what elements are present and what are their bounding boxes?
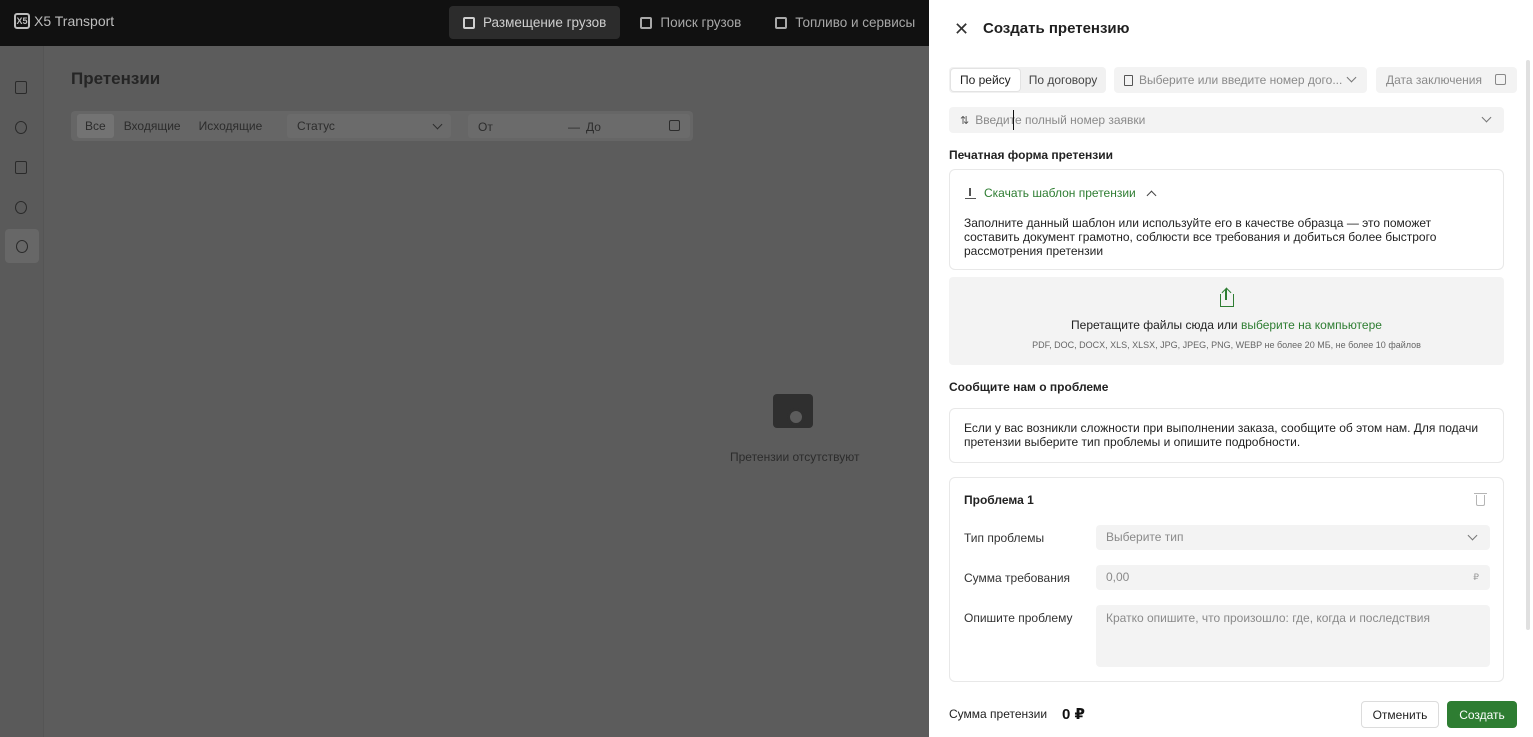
- status-select[interactable]: Статус: [287, 114, 451, 138]
- sidebar: [0, 46, 44, 737]
- download-icon: [965, 187, 976, 199]
- report-info-card: Если у вас возникли сложности при выполн…: [949, 408, 1504, 463]
- calendar-icon: [669, 120, 680, 131]
- date-separator: —: [568, 120, 580, 134]
- trash-icon[interactable]: [1474, 493, 1487, 506]
- calculator-icon: [15, 160, 27, 174]
- dropzone-label: Перетащите файлы сюда или: [1071, 318, 1238, 332]
- tab-by-contract[interactable]: По договору: [1020, 69, 1107, 91]
- upload-icon: [1220, 289, 1234, 307]
- problem-title: Проблема 1: [964, 493, 1034, 507]
- claim-amount-input[interactable]: 0,00 ₽: [1096, 565, 1490, 590]
- date-range-picker[interactable]: От — До: [468, 114, 690, 138]
- contract-select[interactable]: Выберите или введите номер дого...: [1114, 67, 1367, 93]
- empty-state-text: Претензии отсутствуют: [730, 450, 860, 464]
- problem-type-placeholder: Выберите тип: [1106, 530, 1184, 544]
- tab-incoming[interactable]: Входящие: [116, 114, 189, 138]
- topnav-item-cargo-placement[interactable]: Размещение грузов: [449, 6, 621, 39]
- brand-name: X5 Transport: [34, 13, 115, 29]
- sidebar-item-calculator[interactable]: [10, 156, 32, 178]
- tab-outgoing[interactable]: Исходящие: [191, 114, 271, 138]
- claim-amount-label: Сумма требования: [964, 571, 1071, 585]
- modal-overlay[interactable]: [0, 46, 929, 737]
- sidebar-item-documents[interactable]: [10, 76, 32, 98]
- date-from: От: [478, 120, 493, 134]
- date-to: До: [586, 120, 601, 134]
- sidebar-item-claims[interactable]: [5, 229, 39, 263]
- report-problem-heading: Сообщите нам о проблеме: [949, 380, 1109, 394]
- create-claim-drawer: ✕ Создать претензию По рейсу По договору…: [929, 0, 1533, 737]
- request-number-select[interactable]: ⇅ Введите полный номер заявки: [949, 107, 1504, 133]
- contract-placeholder: Выберите или введите номер дого...: [1139, 73, 1343, 87]
- drawer-scrollbar[interactable]: [1526, 60, 1530, 630]
- filters-bar: Все Входящие Исходящие Статус От — До: [71, 111, 693, 141]
- chevron-down-icon: [1481, 112, 1492, 123]
- drawer-header: ✕ Создать претензию: [929, 0, 1533, 58]
- topnav-label: Топливо и сервисы: [795, 15, 916, 30]
- problem-type-label: Тип проблемы: [964, 531, 1045, 545]
- brand-logo[interactable]: X5 X5 Transport: [14, 13, 114, 29]
- users-icon: [15, 200, 27, 214]
- cancel-button[interactable]: Отменить: [1361, 701, 1439, 728]
- box-icon: [463, 16, 475, 29]
- empty-folder-search-icon: [773, 394, 813, 428]
- document-icon: [1124, 74, 1133, 86]
- claim-mode-toggle: По рейсу По договору: [949, 67, 1106, 93]
- chevron-down-icon: [1467, 530, 1478, 541]
- print-form-heading: Печатная форма претензии: [949, 148, 1113, 162]
- shield-icon: [16, 239, 28, 253]
- contract-date-placeholder: Дата заключения: [1386, 73, 1482, 87]
- problem-description-textarea[interactable]: Кратко опишите, что произошло: где, когд…: [1096, 605, 1490, 667]
- chevron-down-icon: [432, 119, 443, 130]
- drawer-title: Создать претензию: [983, 20, 1130, 37]
- report-info-text: Если у вас возникли сложности при выполн…: [964, 421, 1479, 449]
- request-number-placeholder: Введите полный номер заявки: [975, 113, 1146, 127]
- topnav-label: Размещение грузов: [483, 15, 607, 30]
- topnav-label: Поиск грузов: [660, 15, 742, 30]
- ruble-icon: [15, 120, 27, 134]
- problem-type-select[interactable]: Выберите тип: [1096, 525, 1490, 550]
- problem-card: Проблема 1 Тип проблемы Выберите тип Сум…: [949, 477, 1504, 682]
- problem-description-placeholder: Кратко опишите, что произошло: где, когд…: [1106, 611, 1430, 625]
- route-icon: ⇅: [960, 114, 970, 127]
- close-icon[interactable]: ✕: [954, 19, 970, 39]
- template-hint: Заполните данный шаблон или используйте …: [964, 216, 1437, 258]
- sidebar-item-finance[interactable]: [10, 116, 32, 138]
- dropzone-text: Перетащите файлы сюда или выберите на ко…: [949, 318, 1504, 332]
- allowed-formats: PDF, DOC, DOCX, XLS, XLSX, JPG, JPEG, PN…: [1032, 340, 1421, 350]
- truck-icon: [640, 16, 653, 29]
- claim-sum-label: Сумма претензии: [949, 707, 1048, 721]
- chevron-down-icon: [1346, 72, 1357, 83]
- create-button[interactable]: Создать: [1447, 701, 1517, 728]
- currency-symbol: ₽: [1473, 572, 1479, 582]
- claim-tabs: Все Входящие Исходящие: [77, 114, 270, 138]
- rocket-icon: [775, 16, 788, 29]
- claim-sum-value: 0 ₽: [1062, 706, 1085, 723]
- download-template-label: Скачать шаблон претензии: [984, 186, 1136, 200]
- claim-amount-value: 0,00: [1106, 570, 1130, 584]
- problem-description-label: Опишите проблему: [964, 611, 1073, 625]
- contract-date-field[interactable]: Дата заключения: [1376, 67, 1517, 93]
- tab-all[interactable]: Все: [77, 114, 114, 138]
- topnav-item-cargo-search[interactable]: Поиск грузов: [626, 6, 755, 39]
- select-from-computer-link[interactable]: выберите на компьютере: [1241, 318, 1382, 332]
- sidebar-item-users[interactable]: [10, 196, 32, 218]
- x5-logo-icon: X5: [14, 13, 30, 29]
- topnav-item-fuel-services[interactable]: Топливо и сервисы: [761, 6, 929, 39]
- page-title: Претензии: [71, 69, 161, 88]
- text-cursor-icon: [1013, 110, 1019, 130]
- download-template-link[interactable]: Скачать шаблон претензии: [965, 186, 1157, 200]
- file-dropzone[interactable]: Перетащите файлы сюда или выберите на ко…: [949, 277, 1504, 365]
- chevron-up-icon: [1146, 190, 1157, 200]
- top-nav: Размещение грузов Поиск грузов Топливо и…: [449, 6, 929, 39]
- document-icon: [15, 80, 27, 94]
- calendar-icon: [1495, 74, 1506, 85]
- template-card: Скачать шаблон претензии Заполните данны…: [949, 169, 1504, 270]
- tab-by-trip[interactable]: По рейсу: [951, 69, 1020, 91]
- status-placeholder: Статус: [297, 119, 335, 133]
